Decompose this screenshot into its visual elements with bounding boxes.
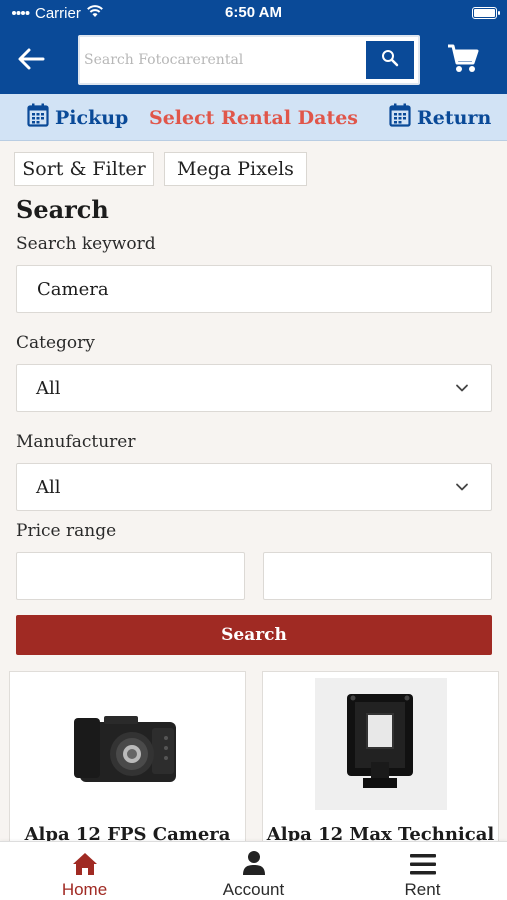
product-card[interactable]: Alpa 12 FPS Camera — [9, 671, 246, 851]
search-form-title: Search — [16, 195, 109, 224]
tab-account[interactable]: Account — [169, 842, 338, 900]
status-bar: Carrier 6:50 AM — [0, 0, 507, 28]
search-icon — [381, 49, 399, 71]
manufacturer-label: Manufacturer — [16, 432, 136, 452]
product-card[interactable]: Alpa 12 Max Technical — [262, 671, 499, 851]
price-min-field[interactable] — [16, 552, 245, 600]
back-arrow-icon — [17, 47, 45, 75]
battery-icon — [472, 7, 500, 19]
keyword-field[interactable]: Camera — [16, 265, 492, 313]
pickup-label: Pickup — [55, 106, 129, 129]
menu-icon — [409, 842, 436, 876]
app-header — [0, 28, 507, 94]
home-icon — [72, 842, 98, 876]
return-button[interactable]: Return — [389, 94, 491, 141]
back-button[interactable] — [14, 44, 48, 78]
cart-button[interactable] — [444, 42, 482, 80]
product-image-technical-back — [315, 678, 447, 810]
chevron-down-icon — [455, 379, 469, 400]
manufacturer-value: All — [36, 476, 61, 498]
calendar-icon — [389, 103, 411, 132]
battery-level — [474, 9, 495, 17]
category-label: Category — [16, 333, 95, 353]
cart-icon — [447, 44, 479, 78]
tab-account-label: Account — [222, 880, 285, 899]
tab-home-label: Home — [61, 880, 108, 899]
tab-home[interactable]: Home — [0, 842, 169, 900]
pickup-button[interactable]: Pickup — [27, 94, 128, 141]
category-select[interactable]: All — [16, 364, 492, 412]
account-icon — [242, 842, 266, 876]
search-input[interactable] — [84, 40, 362, 80]
search-submit-button[interactable]: Search — [16, 615, 492, 655]
select-rental-dates-link[interactable]: Select Rental Dates — [149, 107, 358, 129]
chevron-down-icon — [455, 478, 469, 499]
keyword-label: Search keyword — [16, 234, 156, 254]
mega-pixels-filter-button[interactable]: Mega Pixels — [164, 152, 307, 186]
price-max-field[interactable] — [263, 552, 492, 600]
status-time: 6:50 AM — [225, 4, 282, 21]
rental-dates-bar: Pickup Select Rental Dates Return — [0, 94, 507, 141]
category-value: All — [36, 377, 61, 399]
price-range-label: Price range — [16, 521, 117, 541]
calendar-icon — [27, 103, 49, 132]
product-image-camera — [66, 694, 186, 804]
return-label: Return — [417, 106, 492, 129]
tab-rent-label: Rent — [404, 880, 441, 899]
tab-rent[interactable]: Rent — [338, 842, 507, 900]
sort-filter-button[interactable]: Sort & Filter — [14, 152, 154, 186]
header-search-box — [78, 35, 420, 85]
search-button[interactable] — [366, 41, 414, 79]
bottom-tab-bar: Home Account Rent — [0, 841, 507, 900]
manufacturer-select[interactable]: All — [16, 463, 492, 511]
